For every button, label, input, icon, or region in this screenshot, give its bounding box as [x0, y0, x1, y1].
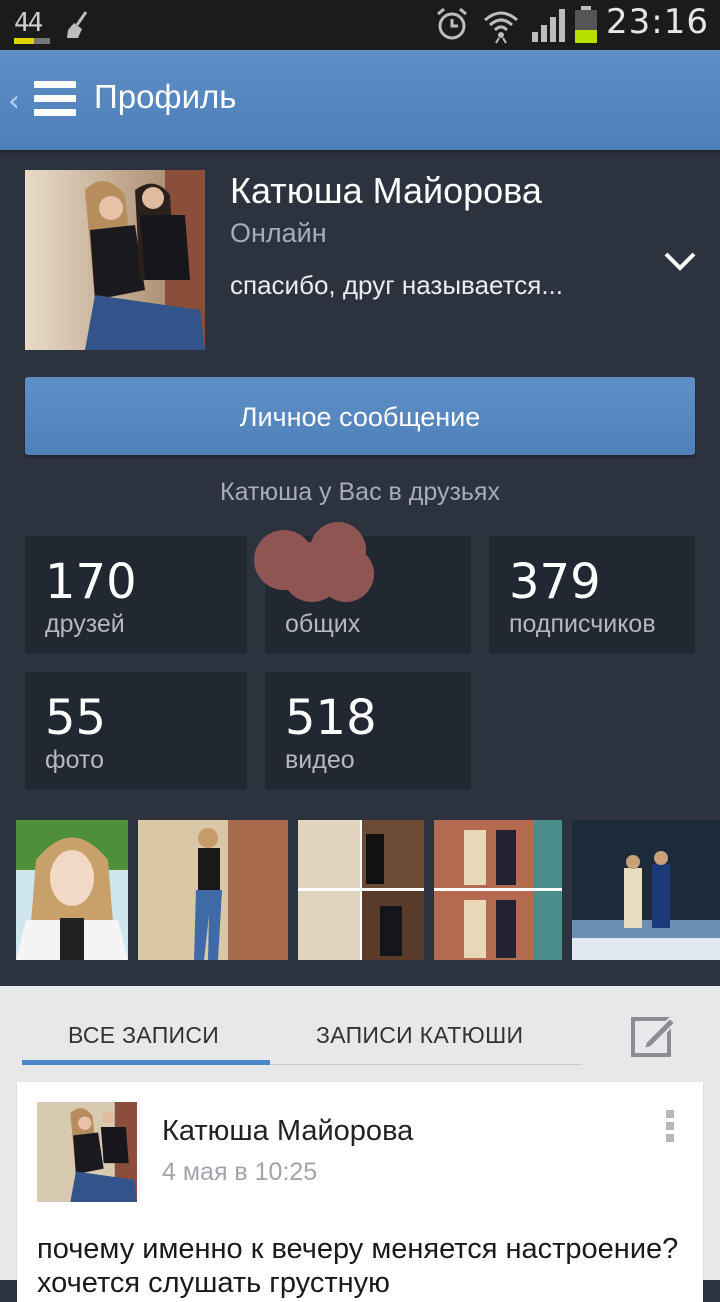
photo-thumbnail[interactable] [138, 820, 288, 960]
post-date: 4 мая в 10:25 [162, 1158, 318, 1186]
stat-videos[interactable]: 518 видео [265, 672, 471, 790]
post-author-avatar[interactable] [37, 1102, 137, 1202]
profile-status-text[interactable]: спасибо, друг называется... [230, 270, 563, 301]
chevron-down-icon[interactable] [660, 246, 700, 276]
post-author-name[interactable]: Катюша Майорова [162, 1115, 413, 1148]
photo-thumbnail[interactable] [572, 820, 720, 960]
stat-label: видео [285, 746, 355, 774]
stat-friends[interactable]: 170 друзей [25, 536, 247, 654]
stat-value: 518 [285, 690, 377, 746]
wifi-icon [484, 11, 518, 44]
compose-icon[interactable] [630, 1012, 676, 1058]
signal-icon [532, 9, 565, 42]
stat-photos[interactable]: 55 фото [25, 672, 247, 790]
stat-value: 170 [45, 554, 137, 610]
clock: 23:16 [606, 2, 709, 42]
notification-count: 44 [14, 8, 43, 38]
photo-thumbnail[interactable] [434, 820, 562, 960]
avatar[interactable] [25, 170, 205, 350]
more-options-icon[interactable] [666, 1110, 676, 1146]
tab-own-posts[interactable]: ЗАПИСИ КАТЮШИ [316, 1022, 523, 1049]
profile-name: Катюша Майорова [230, 170, 542, 211]
stat-label: друзей [45, 610, 125, 638]
photo-thumbnail[interactable] [298, 820, 424, 960]
stat-label: подписчиков [509, 610, 656, 638]
notification-bar-indicator [14, 38, 50, 44]
page-title: Профиль [94, 78, 237, 115]
stat-followers[interactable]: 379 подписчиков [489, 536, 695, 654]
alarm-icon [437, 7, 467, 40]
app-header: ‹ Профиль [0, 50, 720, 150]
stat-label: фото [45, 746, 104, 774]
status-bar: 44 23:16 [0, 0, 720, 50]
tab-all-posts[interactable]: ВСЕ ЗАПИСИ [68, 1022, 219, 1049]
back-chevron-icon[interactable]: ‹ [8, 84, 20, 119]
friendship-note: Катюша у Вас в друзьях [220, 478, 500, 506]
redaction-blob [254, 522, 374, 602]
broom-icon [67, 11, 88, 38]
hamburger-icon[interactable] [34, 81, 76, 117]
stat-label: общих [285, 610, 361, 638]
send-message-button[interactable]: Личное сообщение [25, 377, 695, 455]
post-text: почему именно к вечеру меняется настроен… [37, 1233, 679, 1299]
presence-status: Онлайн [230, 218, 327, 248]
active-tab-indicator [22, 1060, 270, 1065]
battery-icon [575, 6, 597, 43]
stat-value: 55 [45, 690, 107, 746]
photo-thumbnail[interactable] [16, 820, 128, 960]
stat-value: 379 [509, 554, 601, 610]
